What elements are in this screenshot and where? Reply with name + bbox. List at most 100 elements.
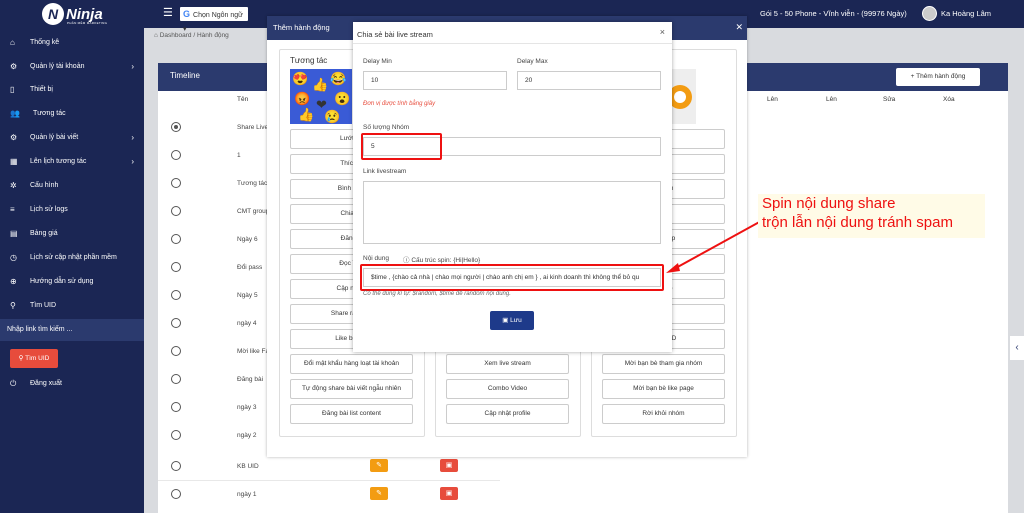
sidebar-item-tim-uid[interactable]: ⚲ Tìm UID	[0, 295, 144, 317]
users-icon: 👥	[10, 109, 20, 118]
save-button-label: Lưu	[510, 317, 522, 324]
row-radio[interactable]	[171, 206, 181, 216]
phone-icon: ▯	[10, 85, 15, 94]
language-select-label: Chọn Ngôn ngữ	[193, 12, 243, 19]
delay-max-input[interactable]: 20	[517, 71, 661, 90]
chevron-right-icon: ›	[131, 62, 134, 71]
list-icon: ≡	[10, 205, 15, 214]
sidebar-item-thiet-bi[interactable]: ▯ Thiết bị	[0, 79, 144, 101]
delay-min-input[interactable]: 10	[363, 71, 507, 90]
sidebar-item-tuong-tac[interactable]: 👥 Tương tác	[0, 103, 144, 125]
content-note: Có thể dùng kí tự: $random, $time để ran…	[363, 291, 511, 297]
row-radio[interactable]	[171, 374, 181, 384]
column-header-up-2: Lên	[826, 96, 837, 103]
row-radio[interactable]	[171, 346, 181, 356]
breadcrumb-current: Hành động	[196, 32, 229, 39]
dialog-divider	[353, 43, 672, 44]
avatar[interactable]	[922, 6, 937, 21]
table-row: Đổi pass	[237, 264, 263, 271]
breadcrumb-home[interactable]: Dashboard	[160, 32, 192, 39]
add-action-button[interactable]: + Thêm hành động	[896, 68, 980, 86]
sidebar-item-logout[interactable]: ⏻ Đăng xuất	[0, 373, 144, 395]
cog-icon: ✲	[10, 181, 17, 190]
column-header-up: Lên	[767, 96, 778, 103]
row-radio[interactable]	[171, 150, 181, 160]
sidebar-item-huong-dan[interactable]: ⊕ Hướng dẫn sử dụng	[0, 271, 144, 293]
highlight-box	[361, 133, 442, 160]
action-button[interactable]: Cập nhật profile	[446, 404, 569, 424]
table-row: ngày 3	[237, 404, 257, 411]
row-radio[interactable]	[171, 489, 181, 499]
row-radio[interactable]	[171, 122, 181, 132]
sidebar-item-label: Lên lịch tương tác	[30, 158, 87, 165]
action-button[interactable]: Đăng bài list content	[290, 404, 413, 424]
floppy-icon: ▣	[502, 317, 511, 324]
row-radio[interactable]	[171, 430, 181, 440]
action-button[interactable]: Rời khỏi nhóm	[602, 404, 725, 424]
table-row: Ngày 6	[237, 236, 258, 243]
row-radio[interactable]	[171, 290, 181, 300]
edit-button[interactable]: ✎	[370, 459, 388, 472]
sidebar-item-label: Thiết bị	[30, 86, 53, 93]
sidebar-item-cau-hinh[interactable]: ✲ Cấu hình	[0, 175, 144, 197]
sidebar-item-bang-gia[interactable]: ▤ Bảng giá	[0, 223, 144, 245]
row-radio[interactable]	[171, 402, 181, 412]
close-icon[interactable]: ✕	[735, 16, 743, 38]
action-button[interactable]: Xem live stream	[446, 354, 569, 374]
logo-subtitle: PHẦN MỀM MARKETING	[67, 21, 108, 25]
chevron-right-icon: ›	[131, 133, 134, 142]
user-name[interactable]: Ka Hoàng Lâm	[941, 9, 991, 18]
row-radio[interactable]	[171, 178, 181, 188]
timeline-title: Timeline	[170, 71, 200, 80]
sidebar-item-label: Quản lý bài viết	[30, 134, 79, 141]
reactions-image: 😍 👍 😂 😡 ❤ 😮 👍 😢	[290, 69, 352, 124]
gear-icon: ⚙	[10, 133, 18, 142]
breadcrumb: ⌂ Dashboard / Hành động	[154, 32, 229, 39]
link-textarea[interactable]	[363, 181, 661, 244]
link-label: Link livestream	[363, 168, 407, 175]
column-header-delete: Xóa	[943, 96, 955, 103]
column-title: Tương tác	[290, 56, 328, 65]
sidebar-item-label: Quản lý tài khoản	[30, 63, 85, 70]
dialog-title: Chia sẻ bài live stream	[357, 30, 433, 39]
action-button[interactable]: Tự động share bài viết ngẫu nhiên	[290, 379, 413, 399]
spin-structure-text: Cấu trúc spin: {Hi|Hello}	[411, 257, 481, 264]
table-row: ngày 4	[237, 320, 257, 327]
sidebar-item-lich-su-logs[interactable]: ≡ Lịch sử logs	[0, 199, 144, 221]
modal-title: Thêm hành động	[273, 23, 330, 32]
row-radio[interactable]	[171, 234, 181, 244]
save-button[interactable]: ▣ Lưu	[490, 311, 534, 330]
home-icon: ⌂	[10, 38, 15, 47]
sidebar-item-lich-su-cap-nhat[interactable]: ◷ Lịch sử cập nhật phần mềm	[0, 247, 144, 269]
delete-button[interactable]: ▣	[440, 487, 458, 500]
delete-button[interactable]: ▣	[440, 459, 458, 472]
delay-max-label: Delay Max	[517, 58, 548, 65]
table-row: KB UID	[237, 463, 259, 470]
column-header-name: Tên	[237, 96, 249, 103]
sidebar-item-quan-ly-tai-khoan[interactable]: ⚙ Quản lý tài khoản ›	[0, 56, 144, 78]
action-button[interactable]: Mời bạn bè like page	[602, 379, 725, 399]
history-icon: ◷	[10, 253, 17, 262]
action-button[interactable]: Mời bạn bè tham gia nhóm	[602, 354, 725, 374]
find-uid-button[interactable]: ⚲ Tìm UID	[10, 349, 58, 368]
row-radio[interactable]	[171, 461, 181, 471]
row-radio[interactable]	[171, 318, 181, 328]
sidebar-item-quan-ly-bai-viet[interactable]: ⚙ Quản lý bài viết ›	[0, 127, 144, 149]
pencil-icon: ✎	[376, 490, 382, 497]
edit-button[interactable]: ✎	[370, 487, 388, 500]
table-row: 1	[237, 152, 241, 159]
sidebar-item-len-lich[interactable]: ▦ Lên lịch tương tác ›	[0, 151, 144, 173]
table-row: ngày 1	[237, 491, 257, 498]
close-icon[interactable]: ×	[660, 27, 665, 37]
sidebar-item-label: Hướng dẫn sử dụng	[30, 278, 94, 285]
language-select[interactable]: G Chọn Ngôn ngữ ▾	[180, 7, 248, 33]
gear-icon: ⚙	[10, 62, 18, 71]
action-button[interactable]: Combo Video	[446, 379, 569, 399]
sidebar-search-input[interactable]: Nhập link tìm kiếm ...	[0, 319, 144, 341]
collapse-panel-icon[interactable]: ‹	[1010, 336, 1024, 360]
action-button[interactable]: Đổi mật khẩu hàng loạt tài khoản	[290, 354, 413, 374]
row-radio[interactable]	[171, 262, 181, 272]
table-row: Đăng bài	[237, 376, 264, 383]
menu-toggle-icon[interactable]: ☰	[163, 8, 173, 19]
sidebar-item-thong-ke[interactable]: ⌂ Thống kê	[0, 32, 144, 54]
